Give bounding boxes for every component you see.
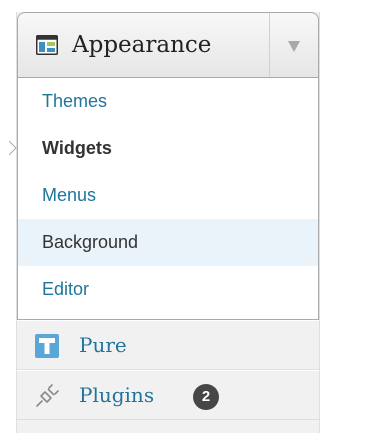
chevron-down-icon bbox=[288, 41, 300, 52]
current-pointer-icon bbox=[9, 141, 17, 155]
submenu-item-editor[interactable]: Editor bbox=[18, 266, 318, 313]
submenu-item-background[interactable]: Background bbox=[18, 219, 318, 266]
submenu-item-menus[interactable]: Menus bbox=[18, 172, 318, 219]
appearance-icon bbox=[36, 35, 58, 55]
appearance-menu-header[interactable]: Appearance bbox=[17, 12, 319, 78]
admin-menu: Appearance Themes Widgets Menus Backgrou… bbox=[9, 12, 320, 433]
menu-item-label: Pure bbox=[79, 333, 127, 357]
appearance-submenu: Themes Widgets Menus Background Editor bbox=[9, 78, 319, 320]
plugin-plug-icon bbox=[35, 384, 59, 408]
pure-theme-icon bbox=[35, 334, 59, 358]
appearance-toggle[interactable] bbox=[270, 13, 318, 77]
submenu-item-widgets[interactable]: Widgets bbox=[9, 125, 318, 172]
menu-item-pure[interactable]: Pure bbox=[17, 320, 319, 370]
menu-item-plugins[interactable]: Plugins 2 bbox=[17, 370, 319, 420]
update-count-badge: 2 bbox=[193, 384, 219, 410]
submenu-item-label: Widgets bbox=[42, 138, 112, 158]
admin-screen: Appearance Themes Widgets Menus Backgrou… bbox=[0, 0, 376, 433]
menu-item-label: Plugins bbox=[79, 383, 155, 407]
submenu-item-themes[interactable]: Themes bbox=[18, 78, 318, 125]
appearance-menu-title: Appearance bbox=[72, 32, 212, 58]
